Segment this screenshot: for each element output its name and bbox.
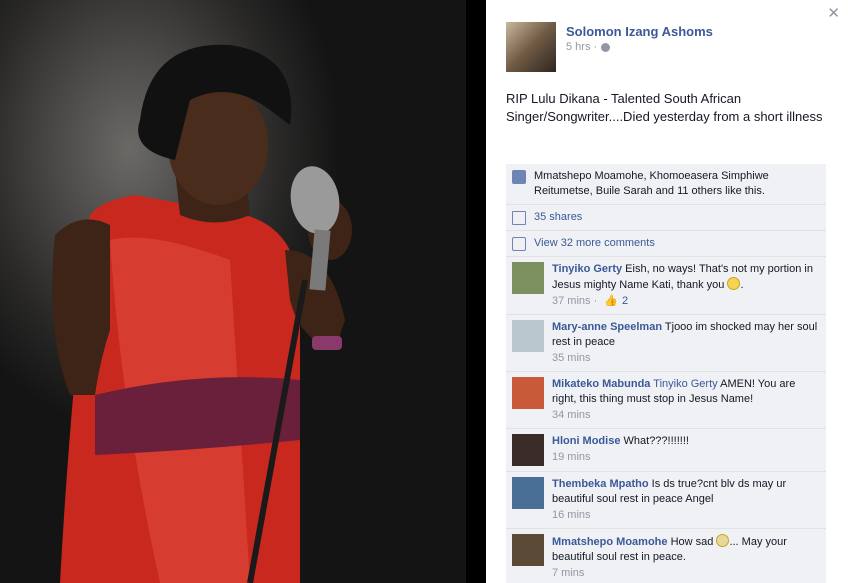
post-photo (0, 0, 486, 583)
comment-time[interactable]: 7 mins (552, 566, 820, 581)
comment: Mikateko Mabunda Tinyiko Gerty AMEN! You… (506, 372, 826, 429)
avatar[interactable] (512, 534, 544, 566)
share-icon (512, 211, 526, 225)
avatar[interactable] (512, 377, 544, 409)
post-time[interactable]: 5 hrs · (566, 41, 597, 53)
comment-icon (512, 237, 526, 251)
comment: Tinyiko Gerty Eish, no ways! That's not … (506, 257, 826, 315)
singer-illustration (52, 44, 352, 583)
avatar[interactable] (512, 477, 544, 509)
comment-author[interactable]: Mary-anne Speelman (552, 321, 662, 333)
comment-author[interactable]: Hloni Modise (552, 435, 620, 447)
comment-time[interactable]: 37 mins · (552, 295, 597, 307)
comment-author[interactable]: Tinyiko Gerty (552, 263, 622, 275)
post-timestamp[interactable]: 5 hrs · (566, 41, 713, 53)
comment: Thembeka Mpatho Is ds true?cnt blv ds ma… (506, 472, 826, 529)
comment-author[interactable]: Mikateko Mabunda (552, 378, 650, 390)
thumbs-up-icon (512, 170, 526, 184)
thumbs-up-icon[interactable]: 👍 (604, 295, 618, 307)
comment-author[interactable]: Mmatshepo Moamohe (552, 536, 668, 548)
avatar[interactable] (506, 22, 556, 72)
sad-face-icon (716, 534, 730, 547)
shares-link[interactable]: 35 shares (534, 210, 582, 225)
shares-row: 35 shares (506, 205, 826, 231)
photo-image (0, 0, 486, 583)
likes-text[interactable]: Mmatshepo Moamohe, Khomoeasera Simphiwe … (534, 169, 820, 199)
close-icon[interactable]: ✕ (827, 4, 840, 22)
avatar[interactable] (512, 262, 544, 294)
likes-summary: Mmatshepo Moamohe, Khomoeasera Simphiwe … (506, 164, 826, 205)
comment-like-count[interactable]: 2 (622, 295, 628, 307)
comment-text: How sad (670, 536, 714, 548)
smiley-icon (727, 277, 741, 290)
post-author: Solomon Izang Ashoms 5 hrs · (506, 22, 713, 72)
comment-time[interactable]: 19 mins (552, 450, 820, 465)
comment: Mary-anne Speelman Tjooo im shocked may … (506, 315, 826, 372)
avatar[interactable] (512, 320, 544, 352)
comment-time[interactable]: 16 mins (552, 508, 820, 523)
comment-mention[interactable]: Tinyiko Gerty (653, 378, 717, 390)
post-panel: ✕ Solomon Izang Ashoms 5 hrs · RIP Lulu … (486, 0, 848, 583)
comment: Mmatshepo Moamohe How sad ... May your b… (506, 529, 826, 583)
author-name[interactable]: Solomon Izang Ashoms (566, 24, 713, 39)
comment-text: What???!!!!!!! (623, 435, 689, 447)
comment: Hloni Modise What???!!!!!!! 19 mins (506, 429, 826, 472)
comment-time[interactable]: 34 mins (552, 408, 820, 423)
view-more-comments-link[interactable]: View 32 more comments (534, 236, 655, 251)
post-text: RIP Lulu Dikana - Talented South African… (506, 91, 823, 124)
globe-icon (601, 42, 611, 52)
comment-time[interactable]: 35 mins (552, 351, 820, 366)
comment-meta: 37 mins · 👍 2 (552, 294, 820, 309)
feedback-section: Mmatshepo Moamohe, Khomoeasera Simphiwe … (506, 164, 826, 583)
comment-author[interactable]: Thembeka Mpatho (552, 478, 649, 490)
avatar[interactable] (512, 434, 544, 466)
view-more-row: View 32 more comments (506, 231, 826, 257)
